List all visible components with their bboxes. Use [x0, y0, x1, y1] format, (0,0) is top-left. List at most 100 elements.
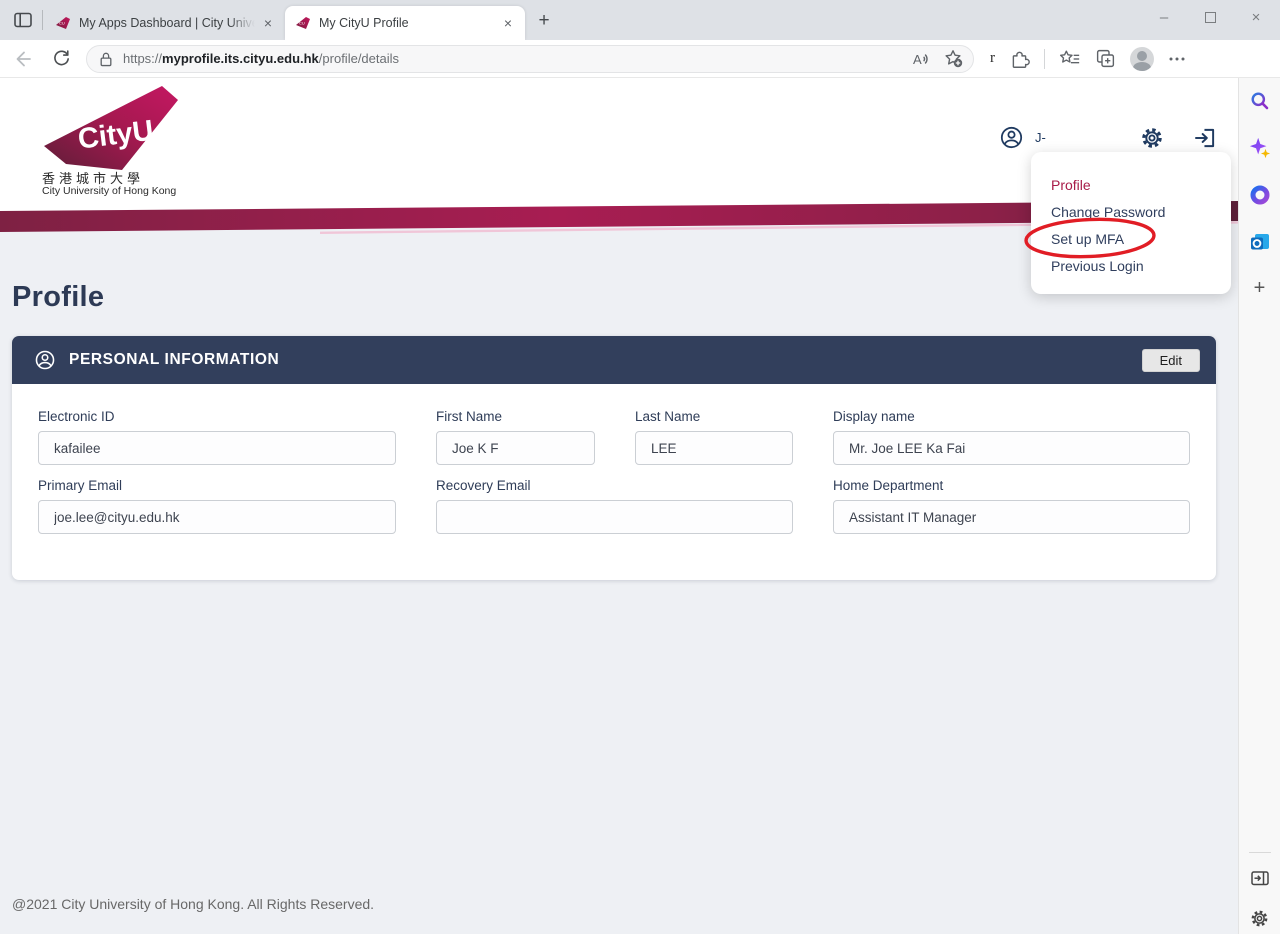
sidebar-outlook-button[interactable]: [1249, 231, 1271, 258]
url-host: myprofile.its.cityu.edu.hk: [162, 51, 319, 66]
card-body: Electronic ID First Name Last Name Displ…: [12, 384, 1216, 580]
user-display-name: J-: [1035, 130, 1046, 145]
outlook-icon: [1249, 231, 1271, 253]
lock-icon: [99, 51, 113, 67]
field-label: Home Department: [833, 478, 1190, 493]
field-display-name: Display name: [833, 409, 1190, 465]
avatar-body: [1133, 62, 1151, 71]
cityu-logo[interactable]: CityU 香港城市大學 City University of Hong Kon…: [42, 84, 202, 201]
star-list-icon: [1059, 49, 1081, 69]
close-icon[interactable]: ×: [259, 14, 277, 32]
sidebar-open-panel-button[interactable]: [1249, 867, 1271, 894]
sidebar-settings-button[interactable]: [1249, 908, 1270, 934]
sidebar-copilot-button[interactable]: [1249, 137, 1271, 164]
edit-button[interactable]: Edit: [1142, 349, 1200, 372]
browser-menu-button[interactable]: [1168, 50, 1186, 68]
avatar-head: [1137, 51, 1147, 61]
primary-email-input[interactable]: [38, 500, 396, 534]
logout-icon: [1192, 125, 1218, 151]
close-icon[interactable]: ×: [499, 14, 517, 32]
svg-text:A: A: [913, 52, 922, 67]
logo-chinese-name: 香港城市大學: [42, 171, 144, 186]
url-path: /profile/details: [319, 51, 399, 66]
menu-item-set-up-mfa[interactable]: Set up MFA: [1031, 226, 1231, 253]
url-text[interactable]: https://myprofile.its.cityu.edu.hk/profi…: [123, 51, 900, 66]
logo-wordmark: CityU: [76, 115, 155, 156]
window-close-button[interactable]: ×: [1246, 7, 1266, 27]
field-last-name: Last Name: [635, 409, 793, 465]
copyright-text: @2021 City University of Hong Kong. All …: [12, 896, 374, 912]
field-recovery-email: Recovery Email: [436, 478, 793, 534]
sidebar-add-button[interactable]: +: [1254, 278, 1266, 298]
field-primary-email: Primary Email: [38, 478, 396, 534]
read-aloud-icon: A: [912, 50, 932, 68]
divider: [42, 10, 43, 30]
last-name-input[interactable]: [635, 431, 793, 465]
card-header: PERSONAL INFORMATION Edit: [12, 336, 1216, 384]
field-label: Primary Email: [38, 478, 396, 493]
svg-text:CU: CU: [59, 21, 65, 26]
window-minimize-button[interactable]: –: [1154, 7, 1174, 27]
field-label: Electronic ID: [38, 409, 396, 424]
person-circle-icon: [999, 125, 1024, 150]
browser-tab-strip: CU My Apps Dashboard | City Unive × CU M…: [0, 0, 1280, 40]
collections-icon: [1095, 48, 1116, 69]
display-name-input[interactable]: [833, 431, 1190, 465]
url-scheme: https://: [123, 51, 162, 66]
page-content: CityU 香港城市大學 City University of Hong Kon…: [0, 78, 1238, 934]
divider: [1249, 852, 1271, 853]
tab-my-apps-dashboard[interactable]: CU My Apps Dashboard | City Unive ×: [45, 6, 285, 40]
new-tab-button[interactable]: +: [531, 8, 557, 34]
star-plus-icon: [944, 49, 963, 68]
gear-icon: [1139, 125, 1165, 151]
field-label: Display name: [833, 409, 1190, 424]
first-name-input[interactable]: [436, 431, 595, 465]
address-bar[interactable]: https://myprofile.its.cityu.edu.hk/profi…: [86, 45, 974, 73]
home-department-input[interactable]: [833, 500, 1190, 534]
refresh-button[interactable]: [46, 44, 76, 74]
maximize-icon: [1205, 12, 1216, 23]
account-dropdown-menu: Profile Change Password Set up MFA Previ…: [1031, 152, 1231, 294]
back-button[interactable]: [8, 44, 38, 74]
logo-english-name: City University of Hong Kong: [42, 185, 176, 196]
puzzle-icon: [1009, 48, 1030, 69]
extension-r-button[interactable]: r: [990, 50, 995, 67]
divider: [1044, 49, 1045, 69]
personal-information-card: PERSONAL INFORMATION Edit Electronic ID …: [12, 336, 1216, 580]
sidebar-microsoft-365-button[interactable]: [1249, 184, 1271, 211]
browser-profile-avatar[interactable]: [1130, 47, 1154, 71]
favorites-button[interactable]: [1059, 49, 1081, 69]
field-home-department: Home Department: [833, 478, 1190, 534]
back-arrow-icon: [13, 49, 33, 69]
electronic-id-input[interactable]: [38, 431, 396, 465]
tab-actions-menu-icon[interactable]: [8, 5, 38, 35]
menu-item-profile[interactable]: Profile: [1031, 172, 1231, 199]
microsoft-365-icon: [1249, 184, 1271, 206]
sidebar-search-button[interactable]: [1249, 90, 1271, 117]
field-first-name: First Name: [436, 409, 595, 465]
card-title: PERSONAL INFORMATION: [69, 351, 279, 369]
field-electronic-id: Electronic ID: [38, 409, 396, 465]
window-maximize-button[interactable]: [1200, 7, 1220, 27]
refresh-icon: [52, 49, 71, 68]
user-account-button[interactable]: [999, 125, 1024, 155]
cityu-favicon: CU: [55, 15, 71, 31]
field-label: First Name: [436, 409, 595, 424]
search-icon: [1249, 90, 1271, 112]
tab-my-cityu-profile[interactable]: CU My CityU Profile ×: [285, 6, 525, 40]
svg-text:CU: CU: [299, 21, 305, 26]
cityu-favicon: CU: [295, 15, 311, 31]
collections-button[interactable]: [1095, 48, 1116, 69]
read-aloud-button[interactable]: A: [912, 50, 932, 68]
menu-item-change-password[interactable]: Change Password: [1031, 199, 1231, 226]
field-label: Recovery Email: [436, 478, 793, 493]
field-label: Last Name: [635, 409, 793, 424]
recovery-email-input[interactable]: [436, 500, 793, 534]
browser-toolbar: https://myprofile.its.cityu.edu.hk/profi…: [0, 40, 1280, 78]
menu-item-previous-login[interactable]: Previous Login: [1031, 253, 1231, 280]
open-panel-icon: [1249, 867, 1271, 889]
add-favorite-button[interactable]: [944, 49, 963, 68]
sparkle-icon: [1249, 137, 1271, 159]
tab-title: My CityU Profile: [319, 16, 495, 30]
extensions-button[interactable]: [1009, 48, 1030, 69]
